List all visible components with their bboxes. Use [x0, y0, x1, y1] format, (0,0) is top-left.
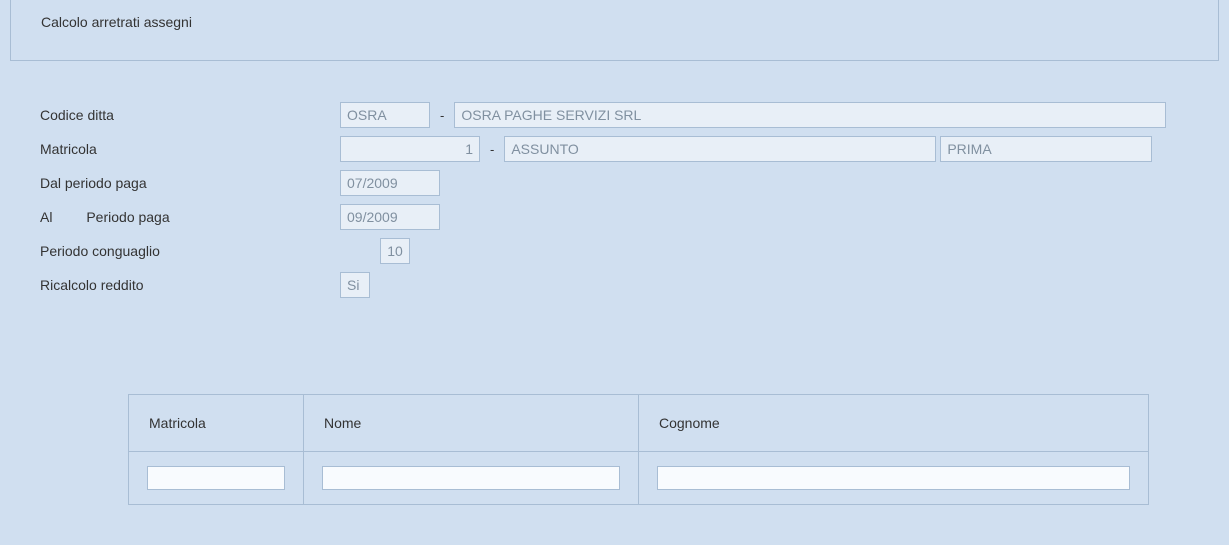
label-matricola: Matricola — [40, 141, 340, 157]
label-periodo-paga: Periodo paga — [86, 209, 169, 225]
col-header-nome[interactable]: Nome — [304, 395, 639, 452]
page-title: Calcolo arretrati assegni — [41, 14, 1198, 30]
row-dal-periodo: Dal periodo paga 07/2009 — [40, 169, 1219, 197]
table-header-row: Matricola Nome Cognome — [129, 395, 1148, 452]
separator: - — [430, 108, 454, 123]
separator: - — [480, 142, 504, 157]
filter-input-matricola[interactable] — [147, 466, 285, 490]
field-codice-ditta[interactable]: OSRA — [340, 102, 430, 128]
filter-input-cognome[interactable] — [657, 466, 1130, 490]
label-ricalcolo: Ricalcolo reddito — [40, 277, 340, 293]
filter-cell-cognome — [639, 452, 1148, 505]
filter-input-nome[interactable] — [322, 466, 620, 490]
field-matricola-desc1[interactable]: ASSUNTO — [504, 136, 936, 162]
row-codice-ditta: Codice ditta OSRA - OSRA PAGHE SERVIZI S… — [40, 101, 1219, 129]
data-table: Matricola Nome Cognome — [128, 394, 1149, 505]
col-header-cognome[interactable]: Cognome — [639, 395, 1148, 452]
label-dal-periodo: Dal periodo paga — [40, 175, 340, 191]
filter-cell-nome — [304, 452, 639, 505]
field-matricola-desc2[interactable]: PRIMA — [940, 136, 1152, 162]
label-periodo-conguaglio: Periodo conguaglio — [40, 243, 340, 259]
field-ricalcolo[interactable]: Si — [340, 272, 370, 298]
form-area: Codice ditta OSRA - OSRA PAGHE SERVIZI S… — [0, 61, 1229, 299]
filter-cell-matricola — [129, 452, 304, 505]
field-periodo-conguaglio[interactable]: 10 — [380, 238, 410, 264]
row-periodo-conguaglio: Periodo conguaglio 10 — [40, 237, 1219, 265]
label-al: Al — [40, 209, 52, 225]
table-filter-row — [129, 452, 1148, 505]
row-al-periodo: Al Periodo paga 09/2009 — [40, 203, 1219, 231]
field-matricola[interactable]: 1 — [340, 136, 480, 162]
col-header-matricola[interactable]: Matricola — [129, 395, 304, 452]
field-codice-ditta-desc[interactable]: OSRA PAGHE SERVIZI SRL — [454, 102, 1166, 128]
row-matricola: Matricola 1 - ASSUNTO PRIMA — [40, 135, 1219, 163]
field-dal-periodo[interactable]: 07/2009 — [340, 170, 440, 196]
field-al-periodo[interactable]: 09/2009 — [340, 204, 440, 230]
label-codice-ditta: Codice ditta — [40, 107, 340, 123]
row-ricalcolo: Ricalcolo reddito Si — [40, 271, 1219, 299]
header-panel: Calcolo arretrati assegni — [10, 0, 1219, 61]
label-al-periodo: Al Periodo paga — [40, 209, 340, 225]
